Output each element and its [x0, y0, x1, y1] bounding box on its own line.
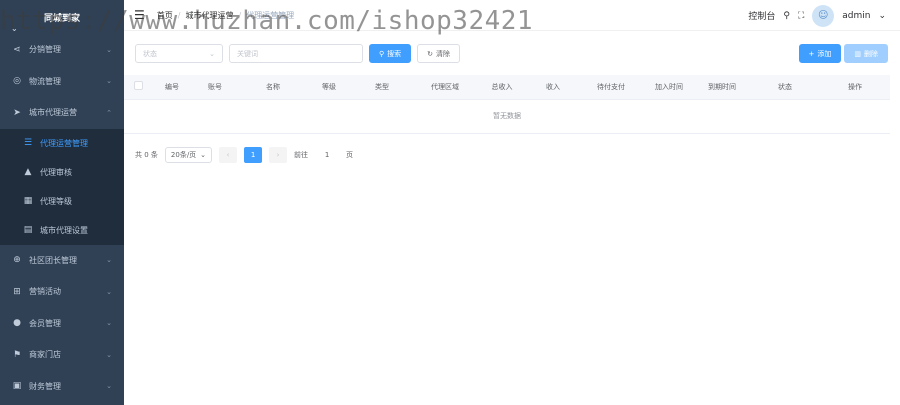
- chevron-down-icon: ⌄: [106, 350, 112, 359]
- chevron-down-icon: ⌄: [209, 49, 215, 58]
- user-icon: ●: [13, 318, 21, 329]
- refresh-icon: ↻: [427, 49, 434, 58]
- breadcrumb-home[interactable]: 首页: [157, 10, 173, 21]
- plus-icon: +: [808, 49, 815, 58]
- console-link[interactable]: 控制台: [748, 9, 775, 22]
- brand-title: 同城到家: [43, 13, 80, 24]
- sidebar-subitem-agent-review[interactable]: ▲ 代理审核: [0, 158, 124, 187]
- col-income: 收入: [528, 75, 578, 100]
- chevron-down-icon: ⌄: [106, 319, 112, 328]
- chevron-up-icon: ⌃: [106, 108, 112, 117]
- grid-icon: ▦: [23, 196, 33, 206]
- agent-table: 编号 账号 名称 等级 类型 代理区域 总收入 收入 待付支付 加入时间 到期时…: [124, 75, 890, 134]
- keyword-input[interactable]: 关键词: [229, 44, 363, 63]
- next-page-button[interactable]: ›: [269, 147, 288, 163]
- page-size-select[interactable]: 20条/页 ⌄: [164, 147, 213, 163]
- select-all-checkbox[interactable]: [133, 81, 143, 91]
- page-unit-label: 页: [346, 151, 354, 159]
- globe-icon: ◎: [13, 76, 21, 87]
- sidebar-item-marketing[interactable]: ⊞ 营销活动 ⌄: [0, 276, 124, 308]
- total-count: 共 0 条: [135, 151, 158, 159]
- flag-icon: ⚑: [12, 349, 22, 360]
- chevron-down-icon: ⌄: [106, 77, 112, 86]
- chevron-down-icon: ⌄: [106, 256, 112, 265]
- sidebar-item-stores[interactable]: ⚑ 商家门店 ⌄: [0, 339, 124, 371]
- wallet-icon: ▣: [12, 381, 22, 392]
- chevron-down-icon: ⌄: [106, 382, 112, 391]
- doc-icon: ▤: [23, 225, 33, 235]
- chevron-down-icon: ⌄: [200, 151, 207, 159]
- sidebar-item-distribution[interactable]: ⋖ 分销管理 ⌄: [0, 34, 124, 66]
- brand-logo: 同城到家 ⌄: [0, 0, 124, 34]
- search-icon[interactable]: ⚲: [783, 11, 790, 21]
- page-1-button[interactable]: 1: [244, 147, 263, 163]
- col-type: 类型: [350, 75, 414, 100]
- col-total-income: 总收入: [476, 75, 528, 100]
- delete-button[interactable]: ▥ 删除: [844, 44, 888, 63]
- fullscreen-icon[interactable]: ⛶: [798, 11, 804, 21]
- chevron-left-icon: ‹: [226, 151, 230, 159]
- sidebar-item-logistics[interactable]: ◎ 物流管理 ⌄: [0, 66, 124, 98]
- chevron-down-icon: ⌄: [106, 45, 112, 54]
- sidebar-item-community[interactable]: ⊕ 社区团长管理 ⌄: [0, 245, 124, 277]
- reset-button[interactable]: ↻ 清除: [417, 44, 461, 63]
- user-check-icon: ▲: [24, 167, 32, 177]
- avatar[interactable]: ☺: [812, 4, 835, 27]
- col-account: 账号: [192, 75, 238, 100]
- col-pending-pay: 待付支付: [578, 75, 644, 100]
- header-tools: 控制台 ⚲ ⛶ ☺ admin ⌄: [748, 0, 886, 31]
- col-id: 编号: [152, 75, 192, 100]
- list-icon: ☰: [23, 138, 33, 148]
- chevron-down-icon[interactable]: ⌄: [11, 24, 18, 33]
- empty-text: 暂无数据: [124, 99, 890, 134]
- goto-label: 前往: [294, 151, 309, 159]
- pagination: 共 0 条 20条/页 ⌄ ‹ 1 › 前往 1 页: [135, 147, 353, 163]
- col-actions: 操作: [820, 75, 890, 100]
- col-join-time: 加入时间: [644, 75, 694, 100]
- col-name: 名称: [238, 75, 308, 100]
- chevron-down-icon[interactable]: ⌄: [878, 11, 886, 21]
- hamburger-icon[interactable]: ☰: [134, 8, 145, 22]
- sidebar-item-members[interactable]: ● 会员管理 ⌄: [0, 308, 124, 340]
- send-icon: ➤: [13, 107, 21, 118]
- col-region: 代理区域: [414, 75, 476, 100]
- sidebar-subitem-agent-ops[interactable]: ☰ 代理运营管理: [0, 129, 124, 158]
- plus-circle-icon: ⊕: [13, 255, 21, 266]
- goto-page-input[interactable]: 1: [315, 147, 339, 163]
- share-icon: ⋖: [13, 44, 21, 55]
- sidebar-subitem-city-settings[interactable]: ▤ 城市代理设置: [0, 216, 124, 245]
- chevron-right-icon: ›: [276, 151, 280, 159]
- col-expire-time: 到期时间: [694, 75, 750, 100]
- sidebar-item-finance[interactable]: ▣ 财务管理 ⌄: [0, 371, 124, 403]
- breadcrumb-section[interactable]: 城市代理运营: [185, 10, 233, 21]
- search-icon: ⚲: [379, 49, 385, 58]
- header: ☰ 首页 / 城市代理运营 / 代理运营管理 控制台 ⚲ ⛶ ☺ admin ⌄: [124, 0, 900, 31]
- sidebar-subitem-agent-level[interactable]: ▦ 代理等级: [0, 187, 124, 216]
- table-empty-row: 暂无数据: [124, 99, 890, 134]
- user-name[interactable]: admin: [842, 11, 870, 21]
- sidebar-item-city-agent[interactable]: ➤ 城市代理运营 ⌃: [0, 97, 124, 129]
- trash-icon: ▥: [854, 49, 861, 58]
- breadcrumb-current: 代理运营管理: [246, 10, 295, 20]
- status-select[interactable]: 状态 ⌄: [135, 44, 223, 63]
- gift-icon: ⊞: [13, 286, 21, 297]
- table-header-row: 编号 账号 名称 等级 类型 代理区域 总收入 收入 待付支付 加入时间 到期时…: [124, 75, 890, 100]
- sidebar: 同城到家 ⌄ ⋖ 分销管理 ⌄ ◎ 物流管理 ⌄ ➤ 城市代理运营 ⌃ ☰ 代理…: [0, 0, 124, 405]
- submenu: ☰ 代理运营管理 ▲ 代理审核 ▦ 代理等级 ▤ 城市代理设置: [0, 128, 124, 245]
- prev-page-button[interactable]: ‹: [219, 147, 238, 163]
- filter-bar: 状态 ⌄ 关键词 ⚲ 搜索 ↻ 清除: [135, 44, 461, 63]
- chevron-down-icon: ⌄: [106, 287, 112, 296]
- add-button[interactable]: + 添加: [798, 44, 842, 63]
- table-actions: + 添加 ▥ 删除: [798, 44, 888, 63]
- col-level: 等级: [308, 75, 350, 100]
- col-status: 状态: [750, 75, 820, 100]
- search-button[interactable]: ⚲ 搜索: [369, 44, 412, 63]
